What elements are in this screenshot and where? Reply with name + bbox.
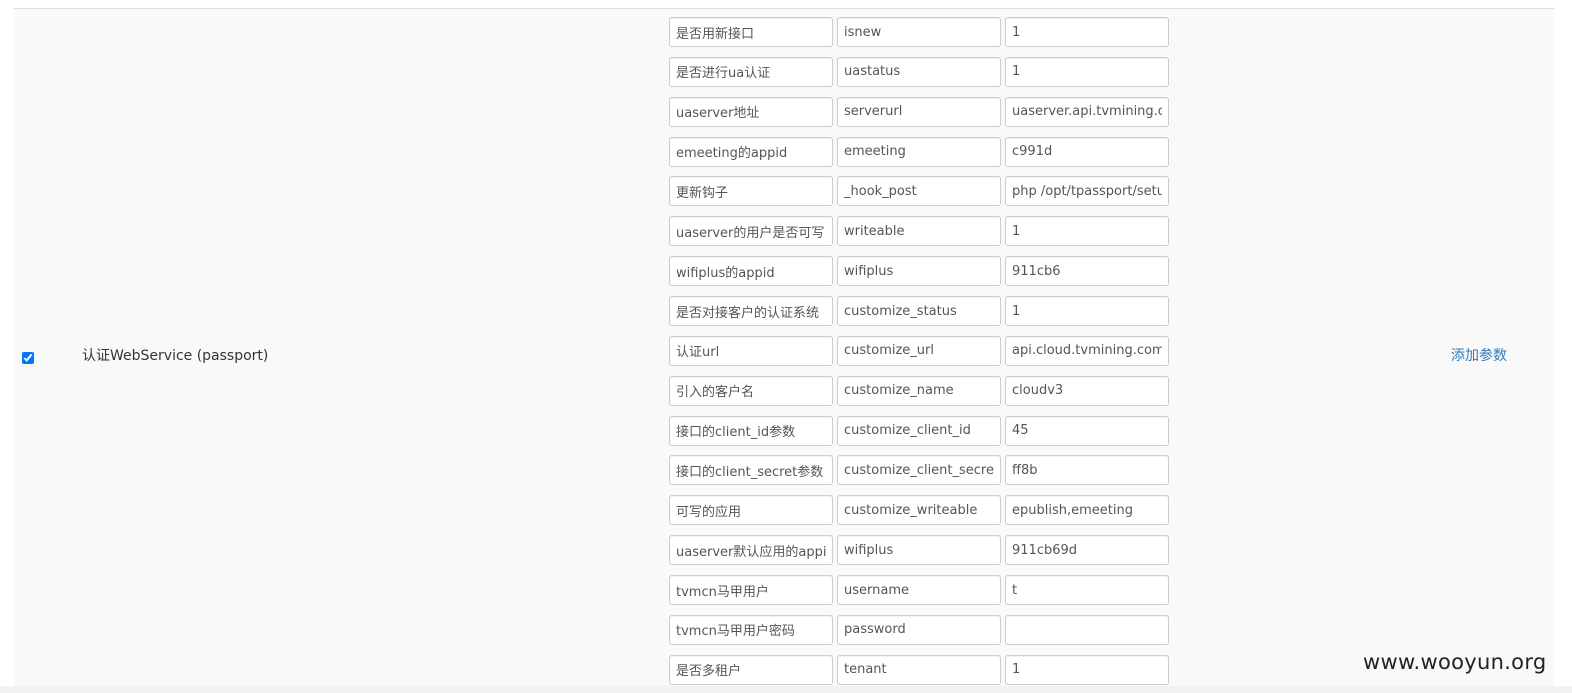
param-key-input[interactable] (837, 455, 1001, 486)
param-list (669, 17, 1169, 693)
param-value-input[interactable] (1005, 495, 1169, 526)
param-row (669, 136, 1169, 167)
param-value-input[interactable] (1005, 654, 1169, 685)
param-value-input[interactable] (1005, 535, 1169, 566)
param-value-input[interactable] (1005, 96, 1169, 127)
param-desc-input[interactable] (669, 56, 833, 87)
param-desc-input[interactable] (669, 216, 833, 247)
param-row (669, 296, 1169, 327)
param-value-input[interactable] (1005, 136, 1169, 167)
param-desc-input[interactable] (669, 296, 833, 327)
param-row (669, 535, 1169, 566)
param-key-input[interactable] (837, 96, 1001, 127)
param-row (669, 495, 1169, 526)
param-key-input[interactable] (837, 17, 1001, 47)
param-row (669, 176, 1169, 207)
param-value-input[interactable] (1005, 296, 1169, 327)
param-key-input[interactable] (837, 216, 1001, 247)
param-value-input[interactable] (1005, 375, 1169, 406)
param-desc-input[interactable] (669, 176, 833, 207)
param-desc-input[interactable] (669, 96, 833, 127)
param-desc-input[interactable] (669, 455, 833, 486)
param-key-input[interactable] (837, 535, 1001, 566)
param-row (669, 654, 1169, 685)
param-row (669, 575, 1169, 606)
param-row (669, 56, 1169, 87)
param-value-input[interactable] (1005, 176, 1169, 207)
param-row (669, 415, 1169, 446)
param-key-input[interactable] (837, 56, 1001, 87)
param-row (669, 614, 1169, 645)
param-desc-input[interactable] (669, 495, 833, 526)
param-key-input[interactable] (837, 136, 1001, 167)
param-key-input[interactable] (837, 415, 1001, 446)
param-desc-input[interactable] (669, 535, 833, 566)
add-param-link[interactable]: 添加参数 (1451, 346, 1507, 366)
param-value-input[interactable] (1005, 335, 1169, 366)
param-key-input[interactable] (837, 176, 1001, 207)
param-desc-input[interactable] (669, 575, 833, 606)
param-key-input[interactable] (837, 335, 1001, 366)
param-row (669, 216, 1169, 247)
param-desc-input[interactable] (669, 256, 833, 287)
param-value-input[interactable] (1005, 216, 1169, 247)
param-row (669, 375, 1169, 406)
param-row (669, 96, 1169, 127)
watermark: www.wooyun.org (1363, 650, 1547, 674)
param-key-input[interactable] (837, 654, 1001, 685)
service-label: 认证WebService (passport) (82, 348, 269, 364)
param-key-input[interactable] (837, 296, 1001, 327)
param-desc-input[interactable] (669, 614, 833, 645)
param-desc-input[interactable] (669, 654, 833, 685)
param-value-input[interactable] (1005, 17, 1169, 47)
config-page: 认证WebService (passport) 添加参数 www.wooyun.… (0, 0, 1572, 693)
param-value-input[interactable] (1005, 575, 1169, 606)
param-value-input[interactable] (1005, 614, 1169, 645)
param-value-input[interactable] (1005, 455, 1169, 486)
param-desc-input[interactable] (669, 136, 833, 167)
param-value-input[interactable] (1005, 256, 1169, 287)
param-row (669, 17, 1169, 47)
param-key-input[interactable] (837, 256, 1001, 287)
param-key-input[interactable] (837, 575, 1001, 606)
param-desc-input[interactable] (669, 335, 833, 366)
param-row (669, 335, 1169, 366)
param-value-input[interactable] (1005, 56, 1169, 87)
param-desc-input[interactable] (669, 375, 833, 406)
param-desc-input[interactable] (669, 415, 833, 446)
param-key-input[interactable] (837, 495, 1001, 526)
param-key-input[interactable] (837, 614, 1001, 645)
param-row (669, 455, 1169, 486)
param-desc-input[interactable] (669, 17, 833, 47)
param-value-input[interactable] (1005, 415, 1169, 446)
service-enable-checkbox[interactable] (22, 352, 34, 364)
param-key-input[interactable] (837, 375, 1001, 406)
param-row (669, 256, 1169, 287)
